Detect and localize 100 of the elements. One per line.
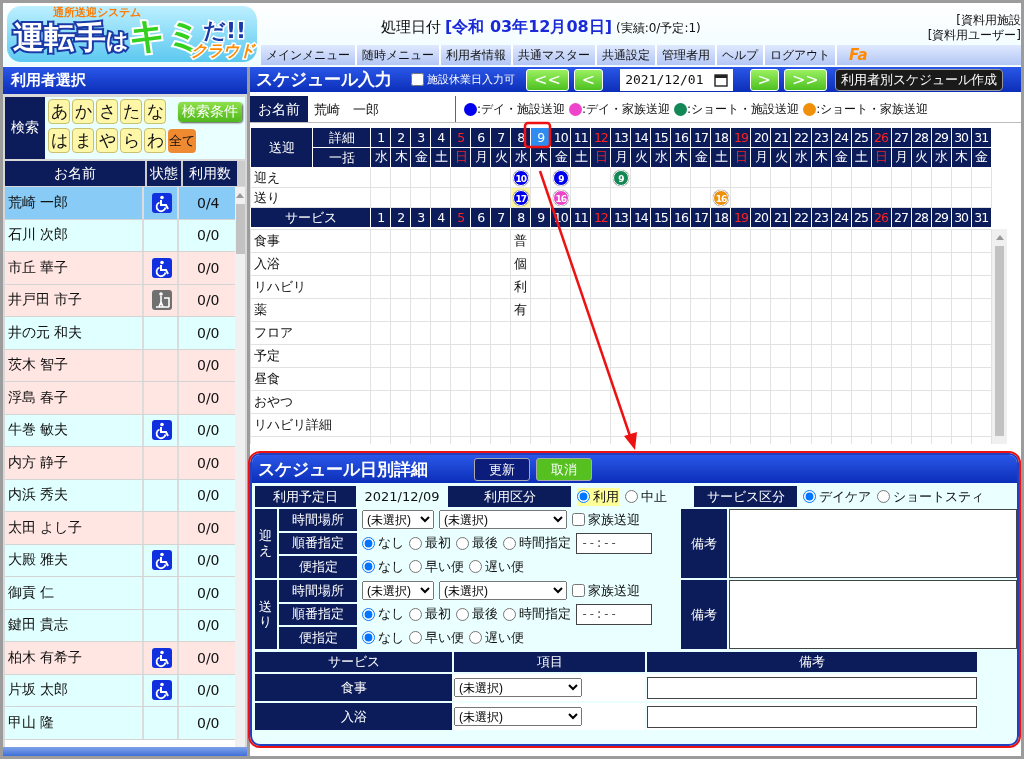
radio-label[interactable]: 最初 (425, 605, 451, 624)
kana-button[interactable]: あ (48, 99, 70, 124)
radio-button[interactable] (503, 607, 516, 621)
day-header[interactable]: 10 (550, 127, 571, 148)
day-header[interactable]: 3 (410, 127, 431, 148)
radio-label[interactable]: 遅い便 (485, 558, 524, 576)
day-header[interactable]: 31 (971, 127, 992, 148)
day-header[interactable]: 23 (811, 127, 831, 148)
dropdown[interactable]: (未選択) (362, 581, 434, 601)
dropdown[interactable]: (未選択) (454, 678, 582, 697)
day-header[interactable]: 1 (370, 127, 391, 148)
kana-button[interactable]: や (96, 128, 118, 153)
day-header[interactable]: 30 (951, 127, 972, 148)
user-row[interactable]: 太田 よし子 0/0 (5, 512, 235, 545)
day-header[interactable]: 14 (630, 127, 651, 148)
day-header[interactable]: 17 (690, 127, 711, 148)
kana-button[interactable]: わ (144, 128, 166, 153)
radio-button[interactable] (456, 536, 469, 550)
day-header[interactable]: 7 (490, 127, 511, 148)
radio-button[interactable] (362, 607, 375, 621)
radio-button[interactable] (469, 560, 482, 574)
radio-button[interactable] (803, 490, 816, 503)
radio-label[interactable]: なし (378, 534, 404, 553)
kana-button[interactable]: な (144, 99, 166, 124)
day-header[interactable]: 4 (430, 127, 451, 148)
kana-button[interactable]: は (48, 128, 70, 153)
day-header[interactable]: 11 (570, 127, 591, 148)
day-header[interactable]: 5 (450, 127, 471, 148)
user-row[interactable]: 牛巻 敏夫 0/0 (5, 414, 235, 447)
menu-item[interactable]: 共通設定 (597, 45, 657, 65)
radio-label[interactable]: ショートスティ (893, 487, 984, 506)
note-field[interactable] (728, 580, 1017, 649)
user-row[interactable]: 井戸田 市子 0/0 (5, 284, 235, 317)
menu-item[interactable]: ヘルプ (717, 45, 765, 65)
dropdown[interactable]: (未選択) (454, 707, 582, 726)
checkbox[interactable] (572, 513, 585, 527)
radio-label[interactable]: 遅い便 (485, 629, 524, 647)
radio-label[interactable]: 時間指定 (519, 605, 571, 624)
scrollbar[interactable] (992, 229, 1007, 444)
radio-button[interactable] (362, 631, 375, 645)
route-badge[interactable]: 17 (512, 189, 529, 206)
radio-button[interactable] (362, 560, 375, 574)
create-schedule-button[interactable]: 利用者別スケジュール作成 (834, 68, 1003, 91)
user-row[interactable]: 井の元 和夫 0/0 (5, 317, 235, 350)
kana-button[interactable]: さ (96, 99, 118, 124)
checkbox[interactable] (572, 584, 585, 598)
all-button[interactable]: 全て (168, 128, 196, 153)
time-field[interactable]: --:-- (576, 532, 652, 554)
update-button[interactable]: 更新 (474, 457, 530, 481)
radio-button[interactable] (625, 490, 638, 503)
radio-button[interactable] (409, 631, 422, 645)
radio-label[interactable]: 最後 (472, 605, 498, 624)
radio-label[interactable]: 時間指定 (519, 534, 571, 553)
day-header[interactable]: 16 (670, 127, 691, 148)
grid-cell[interactable]: 有 (510, 298, 531, 322)
user-row[interactable]: 荒崎 一郎 0/4 (5, 187, 235, 220)
radio-label[interactable]: 早い便 (425, 558, 464, 576)
scrollbar[interactable] (235, 187, 245, 747)
radio-button[interactable] (503, 536, 516, 550)
day-header[interactable]: 2 (390, 127, 411, 148)
route-badge[interactable]: 9 (612, 169, 629, 186)
user-row[interactable]: 柏木 有希子 0/0 (5, 642, 235, 675)
date-field[interactable]: 2021/12/01 (620, 68, 733, 91)
menu-item[interactable]: メインメニュー (261, 45, 357, 65)
checkbox-label[interactable]: 施設休業日入力可 (427, 66, 515, 93)
checkbox-label[interactable]: 家族送迎 (588, 581, 640, 600)
user-row[interactable]: 鍵田 貴志 0/0 (5, 609, 235, 642)
note-field[interactable] (647, 705, 977, 728)
radio-button[interactable] (456, 607, 469, 621)
time-field[interactable]: --:-- (576, 603, 652, 625)
note-field[interactable] (647, 676, 977, 699)
grid-cell[interactable]: 利 (510, 275, 531, 299)
day-header[interactable]: 25 (851, 127, 872, 148)
dropdown[interactable]: (未選択) (439, 581, 567, 601)
day-header[interactable]: 20 (750, 127, 771, 148)
radio-label[interactable]: 早い便 (425, 629, 464, 647)
user-row[interactable]: 石川 次郎 0/0 (5, 219, 235, 252)
radio-label[interactable]: なし (378, 558, 404, 576)
day-header[interactable]: 18 (710, 127, 731, 148)
radio-button[interactable] (409, 560, 422, 574)
grid-cell[interactable]: 個 (510, 252, 531, 276)
menu-item[interactable]: 管理者用 (657, 45, 717, 65)
day-header[interactable]: 13 (610, 127, 631, 148)
kana-button[interactable]: た (120, 99, 142, 124)
day-header[interactable]: 29 (931, 127, 952, 148)
radio-label[interactable]: 最初 (425, 534, 451, 553)
radio-button[interactable] (409, 536, 422, 550)
day-header[interactable]: 19 (730, 127, 751, 148)
route-badge[interactable]: 10 (512, 169, 529, 186)
radio-button[interactable] (877, 490, 890, 503)
user-row[interactable]: 内浜 秀夫 0/0 (5, 479, 235, 512)
day-header[interactable]: 22 (791, 127, 811, 148)
note-field[interactable] (728, 509, 1017, 578)
dropdown[interactable]: (未選択) (362, 510, 434, 530)
day-header[interactable]: 27 (891, 127, 912, 148)
menu-item[interactable]: 共通マスター (513, 45, 597, 65)
kana-button[interactable]: ま (72, 128, 94, 153)
radio-label[interactable]: なし (378, 605, 404, 624)
user-row[interactable]: 浮島 春子 0/0 (5, 382, 235, 415)
user-row[interactable]: 甲山 隆 0/0 (5, 707, 235, 740)
